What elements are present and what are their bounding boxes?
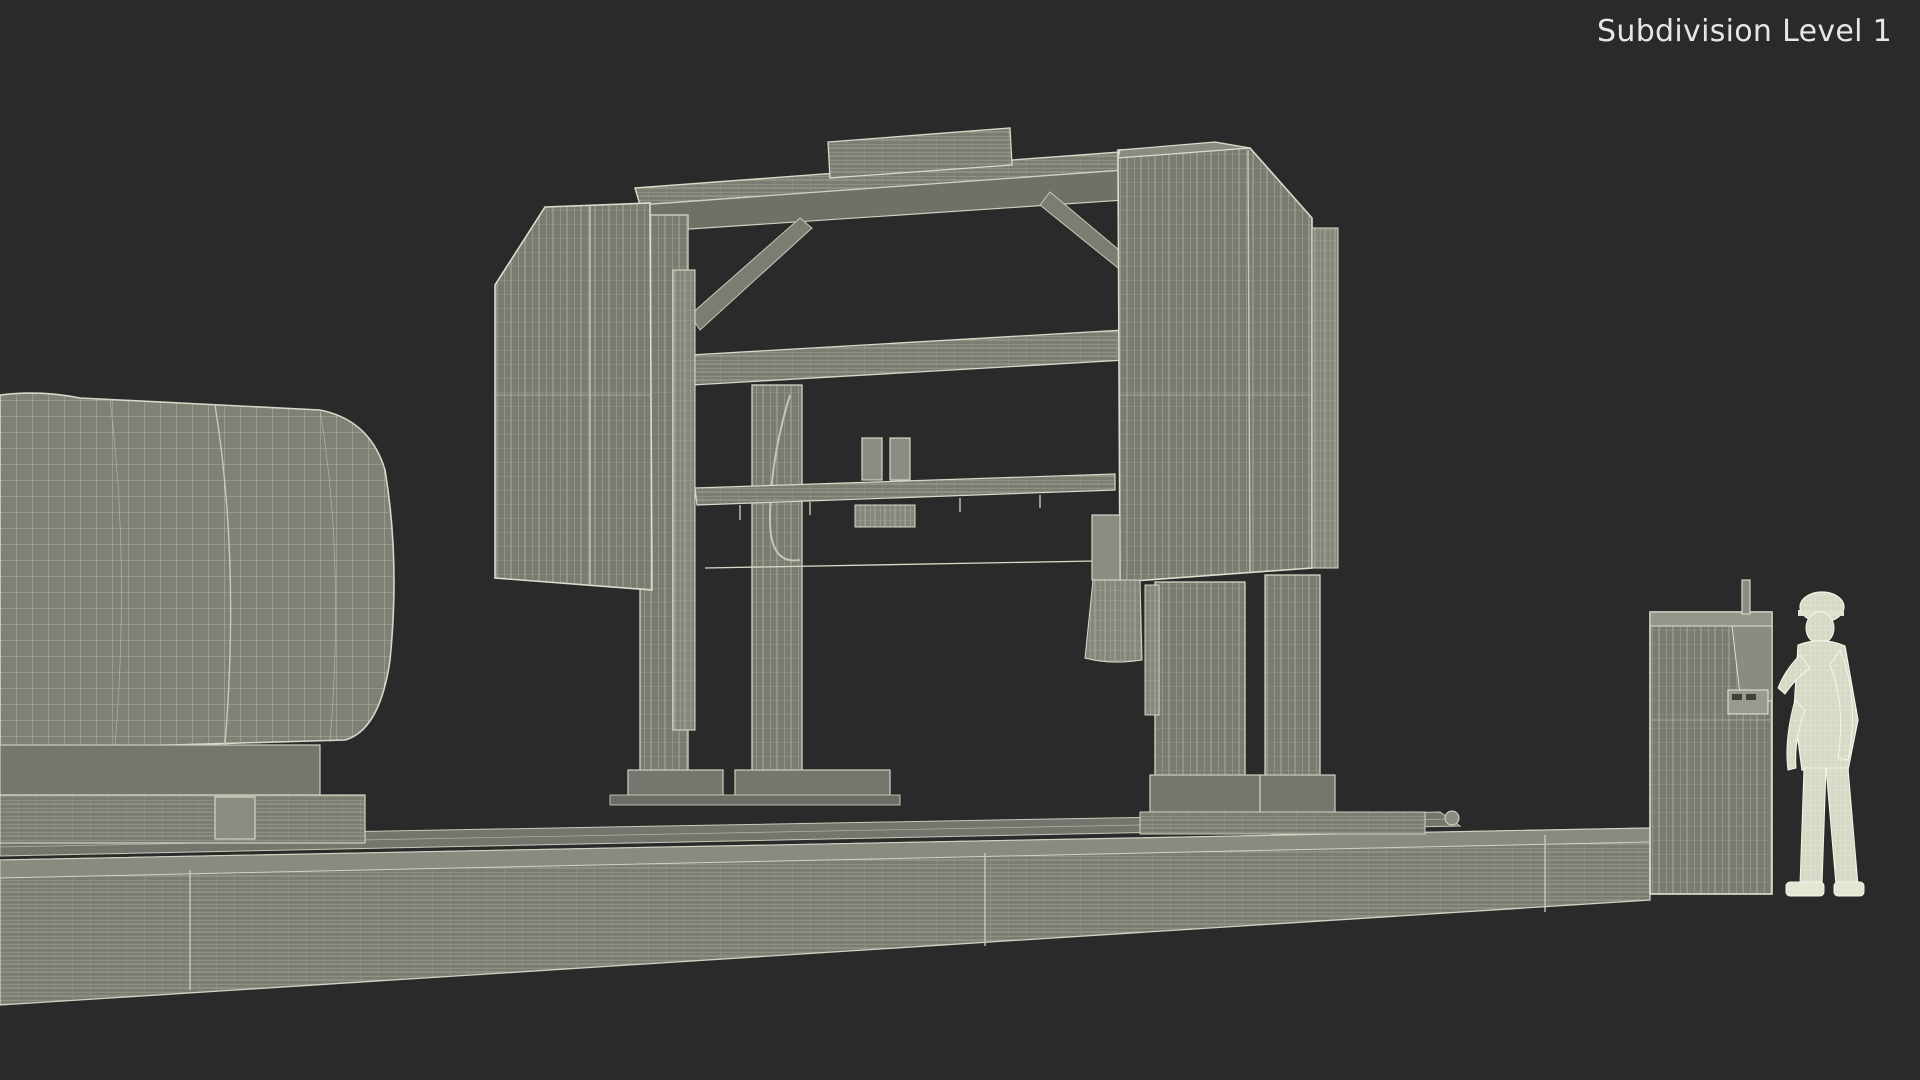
wireframe-viewport <box>0 127 1865 1006</box>
control-cabinet <box>1649 579 1773 895</box>
operator-figure <box>1777 591 1865 897</box>
gantry-frame <box>494 127 1460 835</box>
cylindrical-tank <box>0 392 395 844</box>
subdivision-level-label: Subdivision Level 1 <box>1597 14 1892 49</box>
